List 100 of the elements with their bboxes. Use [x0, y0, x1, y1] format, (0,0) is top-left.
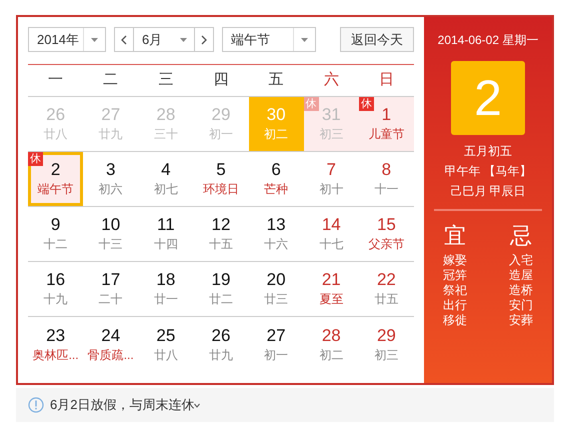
day-cell[interactable]: 13 十六 [248, 207, 304, 261]
today-button[interactable]: 返回今天 [340, 27, 414, 52]
day-cell[interactable]: 25 廿八 [138, 317, 194, 372]
lunar-date: 廿三 [264, 291, 288, 308]
day-cell[interactable]: 12 十五 [193, 207, 249, 261]
day-cell[interactable]: 20 廿三 [248, 262, 304, 316]
day-cell[interactable]: 9 十二 [28, 207, 84, 261]
day-number: 24 [101, 326, 120, 346]
rest-tag: 休 [304, 97, 319, 111]
lunar-date: 二十 [98, 291, 123, 308]
day-number: 9 [50, 215, 60, 235]
day-cell[interactable]: 3 初六 [83, 152, 138, 206]
lunar-date: 廿八 [154, 346, 178, 364]
lunar-date: 初六 [98, 181, 123, 198]
lunar-date: 初三 [319, 126, 344, 143]
lunar-date: 廿五 [374, 291, 398, 308]
day-cell[interactable]: 休 1 儿童节 [358, 97, 414, 151]
lunar-date: 廿一 [154, 291, 178, 308]
rest-tag: 休 [28, 152, 43, 166]
day-number: 29 [376, 326, 396, 346]
day-number: 16 [46, 270, 66, 290]
day-number: 15 [376, 215, 396, 235]
lunar-date: 廿八 [44, 126, 68, 143]
day-number: 4 [161, 160, 171, 180]
suitable-item: 出行 [443, 298, 467, 313]
day-cell[interactable]: 21 夏至 [304, 262, 359, 316]
day-number: 10 [101, 215, 120, 235]
lunar-date: 十九 [44, 291, 68, 308]
lunar-date: 奥林匹... [32, 346, 79, 364]
day-number: 13 [266, 215, 286, 235]
day-number: 28 [322, 326, 341, 346]
day-number: 1 [382, 105, 392, 125]
holiday-dropdown[interactable]: 端午节 [222, 27, 316, 52]
notice-text: 6月2日放假，与周末连休 [50, 396, 194, 414]
day-number: 22 [376, 270, 396, 290]
day-cell[interactable]: 29 初三 [358, 317, 414, 372]
day-cell[interactable]: 17 二十 [83, 262, 138, 316]
date-heading: 2014-06-02 星期一 [438, 32, 538, 49]
lunar-date: 初一 [264, 346, 288, 364]
weekday-label: 一 [48, 70, 64, 90]
day-cell[interactable]: 22 廿五 [358, 262, 414, 316]
chevron-left-icon [121, 34, 127, 44]
day-cell[interactable]: 7 初十 [304, 152, 359, 206]
info-icon [28, 397, 44, 413]
lunar-date: 初三 [374, 346, 398, 364]
lunar-date: 父亲节 [368, 236, 404, 253]
lunar-date: 初十 [319, 181, 344, 198]
lunar-date: 儿童节 [368, 126, 404, 143]
day-number: 30 [266, 105, 286, 125]
day-number: 17 [101, 270, 120, 290]
day-cell[interactable]: 18 廿一 [138, 262, 194, 316]
lunar-date: 十三 [98, 236, 123, 253]
caret-icon [301, 38, 308, 42]
day-cell[interactable]: 26 廿九 [193, 317, 249, 372]
year-dropdown[interactable]: 2014年 [28, 27, 106, 52]
day-cell[interactable]: 15 父亲节 [358, 207, 414, 261]
day-number: 2 [50, 160, 60, 180]
rest-tag: 休 [358, 97, 374, 111]
day-number: 28 [156, 105, 176, 125]
day-cell[interactable]: 休 2 端午节 [28, 152, 84, 206]
weekday-label: 三 [158, 70, 174, 90]
lunar-date: 环境日 [202, 181, 239, 198]
day-cell[interactable]: 11 十四 [138, 207, 194, 261]
month-dropdown[interactable]: 6月 [134, 27, 194, 52]
day-number: 11 [157, 215, 175, 235]
suitable-item: 嫁娶 [443, 253, 467, 268]
chevron-down-icon [194, 402, 200, 408]
day-cell[interactable]: 5 环境日 [193, 152, 249, 206]
lunar-date: 十五 [208, 236, 233, 253]
day-cell[interactable]: 19 廿二 [193, 262, 249, 316]
avoid-item: 安门 [509, 298, 533, 313]
big-day-number: 2 [451, 61, 525, 135]
next-month-button[interactable] [194, 27, 214, 52]
suitable-item: 冠笄 [443, 268, 467, 283]
day-number: 26 [212, 326, 230, 346]
day-cell[interactable]: 4 初七 [138, 152, 194, 206]
weekday-label: 六 [324, 70, 339, 90]
day-cell[interactable]: 23 奥林匹... [28, 317, 84, 372]
day-cell[interactable]: 24 骨质疏... [83, 317, 138, 372]
day-number: 19 [212, 270, 230, 290]
day-cell[interactable]: 14 十七 [304, 207, 359, 261]
weekday-label: 日 [378, 70, 394, 90]
day-cell[interactable]: 8 十一 [358, 152, 414, 206]
prev-month-button[interactable] [114, 27, 134, 52]
day-number: 18 [156, 270, 176, 290]
day-cell[interactable]: 28 初二 [304, 317, 359, 372]
day-number: 31 [322, 105, 341, 125]
avoid-item: 造桥 [509, 283, 533, 298]
lunar-date: 十一 [374, 181, 398, 198]
suitable-heading: 宜 [444, 222, 466, 250]
lunar-date: 初二 [319, 346, 344, 364]
day-cell[interactable]: 16 十九 [28, 262, 84, 316]
lunar-date: 夏至 [319, 291, 344, 308]
avoid-item: 入宅 [509, 253, 533, 268]
day-cell[interactable]: 10 十三 [83, 207, 138, 261]
day-cell[interactable]: 27 初一 [248, 317, 304, 372]
avoid-heading: 忌 [510, 222, 532, 250]
lunar-info: 甲午年 【马年】 [444, 163, 532, 180]
day-cell[interactable]: 6 芒种 [248, 152, 304, 206]
day-number: 12 [212, 215, 230, 235]
